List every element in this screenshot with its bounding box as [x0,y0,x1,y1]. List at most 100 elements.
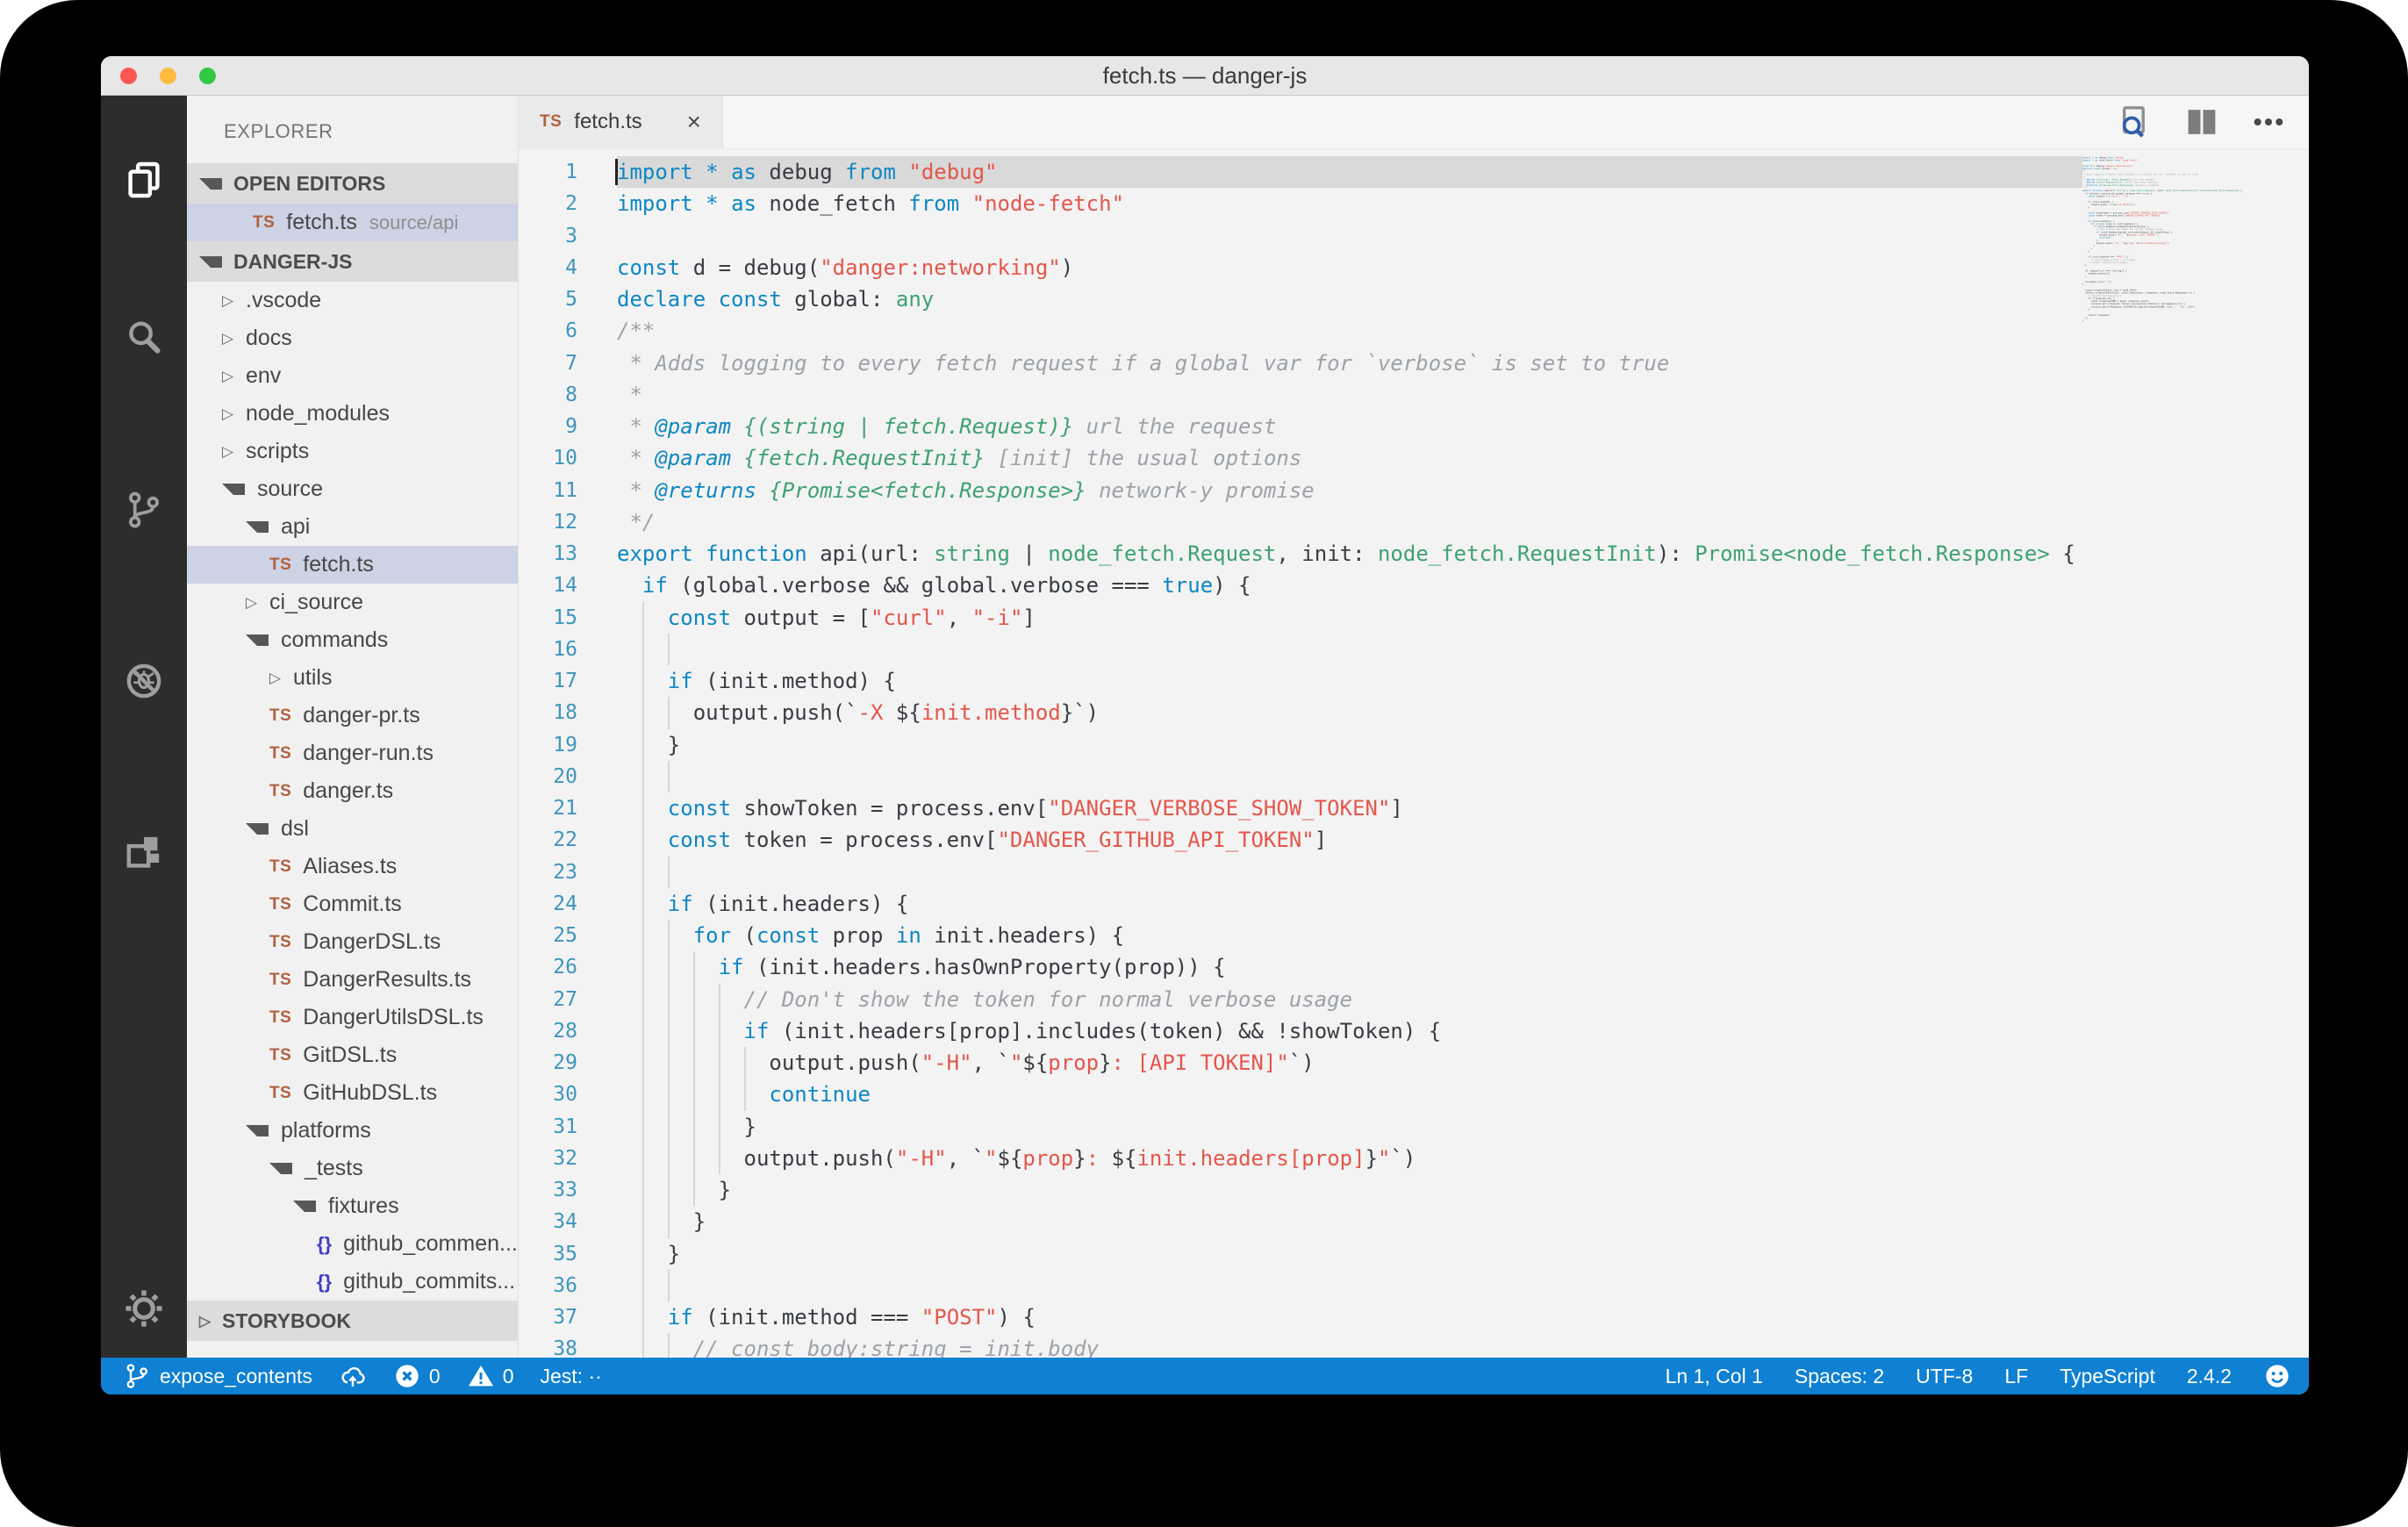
tree-item-danger-run.ts[interactable]: TS danger-run.ts [187,735,518,772]
tree-item-api[interactable]: api [187,508,518,546]
statusbar-item-0[interactable]: 0 [467,1362,514,1390]
code-line[interactable]: 6 /** [519,315,2309,347]
statusbar-item-jest-[interactable]: Jest: ·· [541,1365,602,1388]
code-line[interactable]: 32 output.push("-H", `"${prop}: ${init.h… [519,1142,2309,1174]
code-line[interactable]: 19 } [519,728,2309,761]
minimap[interactable]: import * as debug from "debug" import * a… [2082,156,2309,1358]
activitybar-item-search[interactable] [101,298,187,378]
tree-item-docs[interactable]: ▷ docs [187,319,518,357]
tree-item-github_commits...[interactable]: {} github_commits... [187,1263,518,1301]
tree-item-dsl[interactable]: dsl [187,810,518,848]
code-line[interactable]: 12 */ [519,506,2309,538]
titlebar[interactable]: fetch.ts — danger-js [101,56,2309,96]
statusbar-item-smiley[interactable] [2263,1362,2291,1390]
folder-expanded-icon [293,1201,316,1212]
code-line[interactable]: 25 for (const prop in init.headers) { [519,920,2309,952]
tree-item-danger.ts[interactable]: TS danger.ts [187,772,518,810]
tree-item-GitHubDSL.ts[interactable]: TS GitHubDSL.ts [187,1074,518,1112]
code-line[interactable]: 23 [519,856,2309,888]
code-line[interactable]: 35 } [519,1237,2309,1270]
code-line[interactable]: 31 } [519,1110,2309,1143]
statusbar-item-cloud-upload[interactable] [339,1362,367,1390]
tree-item-_tests[interactable]: _tests [187,1150,518,1187]
tree-item-.vscode[interactable]: ▷ .vscode [187,282,518,319]
open-preview-icon[interactable] [2118,104,2153,140]
code-line[interactable]: 33 } [519,1174,2309,1207]
activitybar-item-extensions[interactable] [101,812,187,893]
tree-item-GitDSL.ts[interactable]: TS GitDSL.ts [187,1036,518,1074]
code-line[interactable]: 4 const d = debug("danger:networking") [519,252,2309,283]
statusbar-item-2-4-2[interactable]: 2.4.2 [2187,1365,2232,1388]
tree-item-utils[interactable]: ▷ utils [187,659,518,697]
code-line[interactable]: 2 import * as node_fetch from "node-fetch… [519,188,2309,219]
code-line[interactable]: 28 if (init.headers[prop].includes(token… [519,1014,2309,1047]
tree-item-ci_source[interactable]: ▷ ci_source [187,584,518,621]
activitybar-item-files[interactable] [101,140,187,220]
code-line[interactable]: 13 export function api(url: string | node… [519,538,2309,570]
code-line[interactable]: 20 [519,760,2309,792]
code-line[interactable]: 18 output.push(`-X ${init.method}`) [519,697,2309,729]
code-line[interactable]: 24 if (init.headers) { [519,887,2309,920]
statusbar-item-spaces-2[interactable]: Spaces: 2 [1795,1365,1884,1388]
activitybar-item-settings-gear[interactable] [101,1268,187,1349]
split-editor-icon[interactable] [2184,104,2219,140]
tree-item-node_modules[interactable]: ▷ node_modules [187,395,518,433]
activitybar-item-debug[interactable] [101,641,187,721]
code-line[interactable]: 9 * @param {(string | fetch.Request)} ur… [519,411,2309,442]
code-line[interactable]: 27 // Don't show the token for normal ve… [519,983,2309,1015]
code-line[interactable]: 26 if (init.headers.hasOwnProperty(prop)… [519,951,2309,984]
tree-item-commands[interactable]: commands [187,621,518,659]
statusbar-item-ln-1-col-1[interactable]: Ln 1, Col 1 [1666,1365,1763,1388]
code-line[interactable]: 5 declare const global: any [519,283,2309,315]
statusbar-item-0[interactable]: 0 [393,1362,441,1390]
code-line[interactable]: 3 [519,220,2309,252]
code-line[interactable]: 30 continue [519,1079,2309,1111]
tree-item-platforms[interactable]: platforms [187,1112,518,1150]
statusbar-item-utf-8[interactable]: UTF-8 [1916,1365,1973,1388]
zoom-window-button[interactable] [199,68,216,84]
more-actions-icon[interactable] [2251,104,2286,140]
code-line[interactable]: 38 // const body:string = init.body [519,1333,2309,1358]
statusbar-item-typescript[interactable]: TypeScript [2060,1365,2155,1388]
code-line[interactable]: 21 const showToken = process.env["DANGER… [519,792,2309,825]
code-line[interactable]: 11 * @returns {Promise<fetch.Response>} … [519,475,2309,506]
tab-fetch-ts[interactable]: TS fetch.ts × [519,96,723,148]
minimize-window-button[interactable] [160,68,176,84]
section-danger-js[interactable]: DANGER-JS [187,241,518,282]
code-line[interactable]: 34 } [519,1206,2309,1238]
statusbar-item-lf[interactable]: LF [2004,1365,2028,1388]
statusbar-item-expose_contents[interactable]: expose_contents [124,1362,312,1390]
tree-item-Aliases.ts[interactable]: TS Aliases.ts [187,848,518,885]
section-open-editors[interactable]: OPEN EDITORS [187,163,518,204]
tree-item-github_commen...[interactable]: {} github_commen... [187,1225,518,1263]
tree-item-DangerResults.ts[interactable]: TS DangerResults.ts [187,961,518,999]
tree-item-label: DangerResults.ts [303,967,472,992]
tree-item-Commit.ts[interactable]: TS Commit.ts [187,885,518,923]
tree-item-scripts[interactable]: ▷ scripts [187,433,518,470]
tree-item-env[interactable]: ▷ env [187,357,518,395]
tree-item-fixtures[interactable]: fixtures [187,1187,518,1225]
code-line[interactable]: 8 * [519,379,2309,411]
tree-item-source[interactable]: source [187,470,518,508]
tree-item-danger-pr.ts[interactable]: TS danger-pr.ts [187,697,518,735]
code-line[interactable]: 36 [519,1269,2309,1301]
code-editor[interactable]: 1 import * as debug from "debug" 2 import *… [519,148,2309,1358]
code-line[interactable]: 29 output.push("-H", `"${prop}: [API TOK… [519,1047,2309,1079]
close-window-button[interactable] [120,68,137,84]
activitybar-item-source-control[interactable] [101,470,187,550]
code-line[interactable]: 10 * @param {fetch.RequestInit} [init] t… [519,442,2309,474]
code-line[interactable]: 17 if (init.method) { [519,665,2309,698]
open-editor-item-fetch.ts[interactable]: TS fetch.ts source/api [187,204,518,241]
code-line[interactable]: 14 if (global.verbose && global.verbose … [519,570,2309,601]
code-line[interactable]: 7 * Adds logging to every fetch request … [519,348,2309,379]
section-storybook[interactable]: ▷ STORYBOOK [187,1301,518,1341]
tree-item-DangerDSL.ts[interactable]: TS DangerDSL.ts [187,923,518,961]
code-line[interactable]: 15 const output = ["curl", "-i"] [519,601,2309,634]
tree-item-fetch.ts[interactable]: TS fetch.ts [187,546,518,584]
code-line[interactable]: 37 if (init.method === "POST") { [519,1301,2309,1334]
code-line[interactable]: 22 const token = process.env["DANGER_GIT… [519,824,2309,857]
code-line[interactable]: 16 [519,633,2309,665]
code-line[interactable]: 1 import * as debug from "debug" [519,156,2309,189]
tree-item-DangerUtilsDSL.ts[interactable]: TS DangerUtilsDSL.ts [187,999,518,1036]
close-tab-icon[interactable]: × [687,108,701,136]
